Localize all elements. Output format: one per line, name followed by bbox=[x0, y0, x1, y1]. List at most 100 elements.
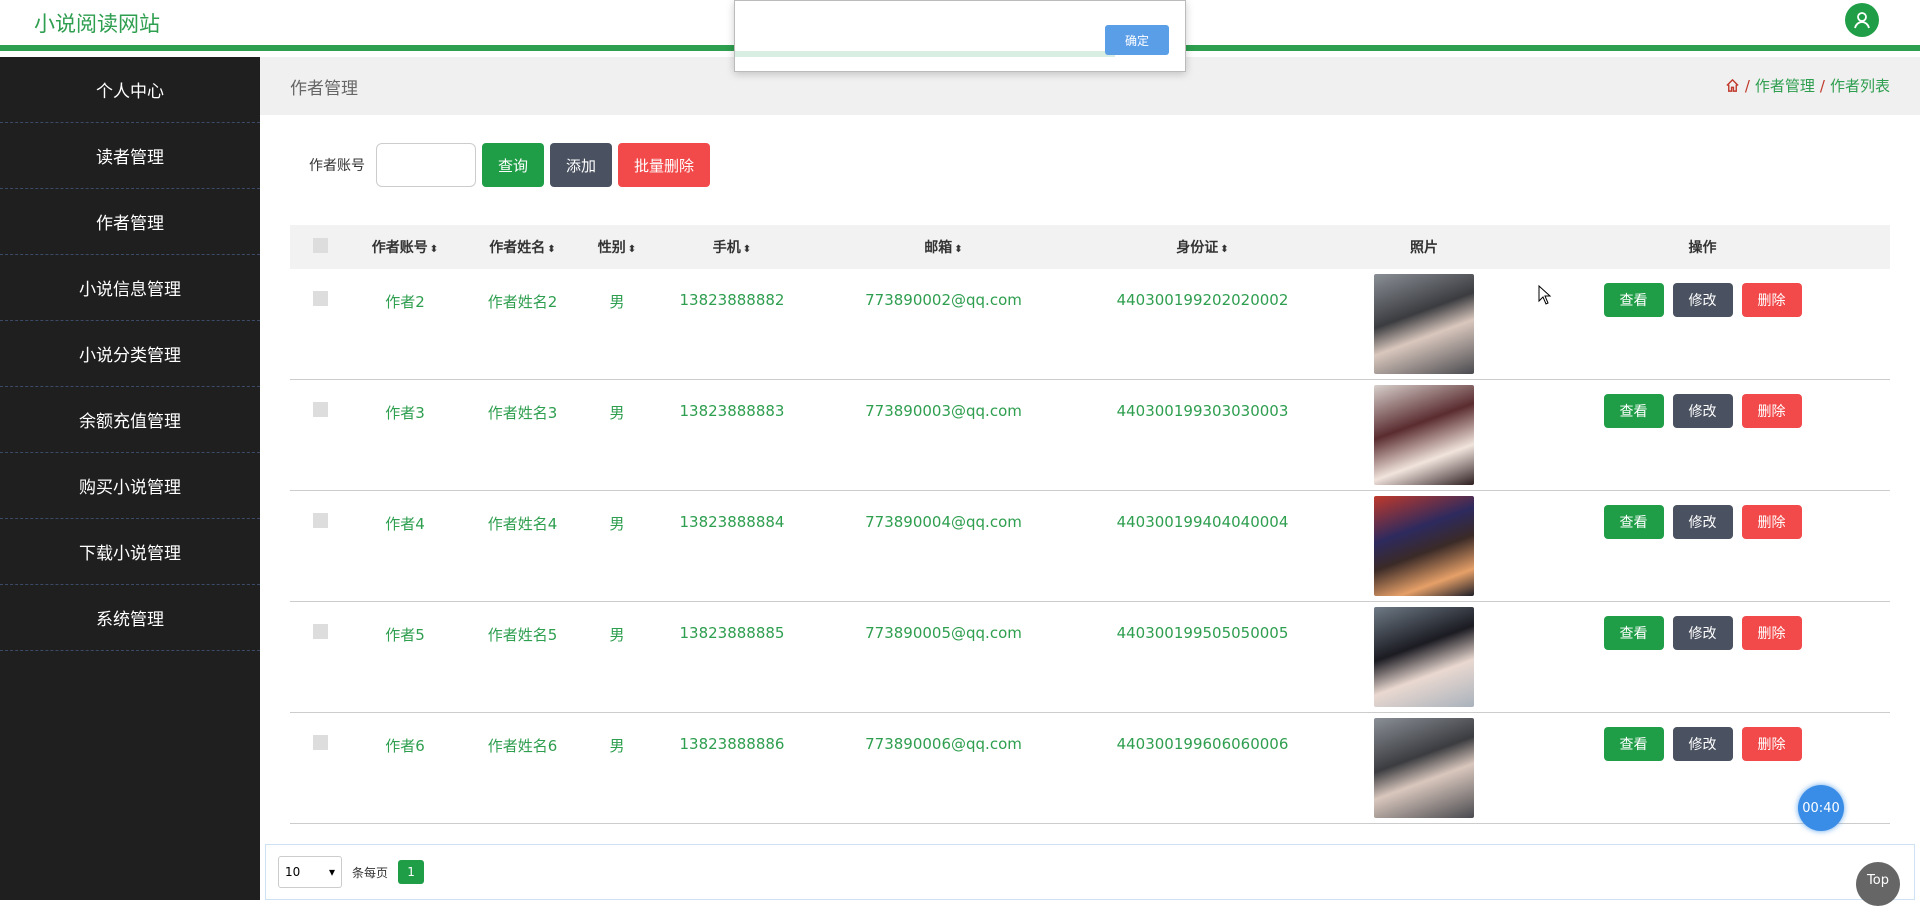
cell-account: 作者6 bbox=[385, 737, 425, 755]
sidebar-item-profile[interactable]: 个人中心 bbox=[0, 57, 260, 123]
row-checkbox[interactable] bbox=[312, 291, 328, 306]
view-button[interactable]: 查看 bbox=[1603, 394, 1664, 428]
batch-delete-button[interactable]: 批量删除 bbox=[618, 143, 711, 187]
page-size-value: 10 bbox=[285, 865, 301, 879]
page-title: 作者管理 bbox=[290, 79, 358, 99]
countdown-timer[interactable]: 00:40 bbox=[1798, 785, 1844, 831]
cell-email: 773890004@qq.com bbox=[865, 513, 1022, 531]
delete-button[interactable]: 删除 bbox=[1741, 394, 1802, 428]
view-button[interactable]: 查看 bbox=[1603, 616, 1664, 650]
table-row: 作者5 作者姓名5 男 13823888885 773890005@qq.com… bbox=[290, 602, 1890, 713]
row-checkbox[interactable] bbox=[312, 735, 328, 750]
edit-button[interactable]: 修改 bbox=[1672, 283, 1733, 317]
delete-button[interactable]: 删除 bbox=[1741, 283, 1802, 317]
cell-name: 作者姓名3 bbox=[487, 404, 558, 422]
author-photo[interactable] bbox=[1374, 607, 1474, 707]
cell-account: 作者5 bbox=[385, 626, 425, 644]
sidebar: 个人中心 读者管理 作者管理 小说信息管理 小说分类管理 余额充值管理 购买小说… bbox=[0, 57, 260, 900]
row-checkbox[interactable] bbox=[312, 513, 328, 528]
confirm-button[interactable]: 确定 bbox=[1105, 25, 1169, 55]
cell-phone: 13823888885 bbox=[679, 624, 785, 642]
delete-button[interactable]: 删除 bbox=[1741, 505, 1802, 539]
column-header-account[interactable]: 作者账号 ⬍ bbox=[350, 237, 460, 257]
sort-icon: ⬍ bbox=[429, 244, 439, 255]
sidebar-item-categories[interactable]: 小说分类管理 bbox=[0, 321, 260, 387]
breadcrumb: / 作者管理 / 作者列表 bbox=[1725, 75, 1890, 96]
sidebar-item-label: 下载小说管理 bbox=[79, 544, 181, 564]
sidebar-item-label: 购买小说管理 bbox=[79, 478, 181, 498]
back-to-top-button[interactable]: Top bbox=[1856, 862, 1900, 906]
page-size-select[interactable]: 10 ▾ bbox=[278, 856, 342, 888]
view-button[interactable]: 查看 bbox=[1603, 283, 1664, 317]
sidebar-item-system[interactable]: 系统管理 bbox=[0, 585, 260, 651]
sort-icon: ⬍ bbox=[627, 244, 637, 255]
column-header-gender[interactable]: 性别 ⬍ bbox=[585, 237, 649, 257]
column-header-id-card[interactable]: 身份证 ⬍ bbox=[1072, 237, 1333, 257]
search-label: 作者账号 bbox=[309, 158, 365, 174]
row-checkbox[interactable] bbox=[312, 624, 328, 639]
delete-button[interactable]: 删除 bbox=[1741, 727, 1802, 761]
row-checkbox[interactable] bbox=[312, 402, 328, 417]
mouse-cursor-icon bbox=[1538, 285, 1552, 305]
cell-id-card: 440300199303030003 bbox=[1116, 402, 1289, 420]
cell-gender: 男 bbox=[609, 293, 625, 311]
column-header-phone[interactable]: 手机 ⬍ bbox=[649, 237, 815, 257]
column-header-email[interactable]: 邮箱 ⬍ bbox=[815, 237, 1072, 257]
cell-email: 773890002@qq.com bbox=[865, 291, 1022, 309]
sort-icon: ⬍ bbox=[547, 244, 556, 255]
sidebar-item-label: 余额充值管理 bbox=[79, 412, 181, 432]
sidebar-item-authors[interactable]: 作者管理 bbox=[0, 189, 260, 255]
cell-phone: 13823888886 bbox=[679, 735, 785, 753]
add-button[interactable]: 添加 bbox=[550, 143, 613, 187]
author-photo[interactable] bbox=[1374, 385, 1474, 485]
main-content: 作者管理 / 作者管理 / 作者列表 作者账号 查询 添加 批量删除 作者账号 ⬍… bbox=[260, 57, 1920, 900]
breadcrumb-item[interactable]: 作者管理 bbox=[1755, 75, 1815, 96]
edit-button[interactable]: 修改 bbox=[1672, 727, 1733, 761]
sidebar-item-downloads[interactable]: 下载小说管理 bbox=[0, 519, 260, 585]
cell-gender: 男 bbox=[609, 626, 625, 644]
cell-id-card: 440300199202020002 bbox=[1116, 291, 1289, 309]
pagination: 10 ▾ 条每页 1 bbox=[265, 844, 1915, 900]
breadcrumb-item[interactable]: 作者列表 bbox=[1830, 75, 1890, 96]
delete-button[interactable]: 删除 bbox=[1741, 616, 1802, 650]
sort-icon: ⬍ bbox=[954, 244, 963, 255]
cell-id-card: 440300199404040004 bbox=[1116, 513, 1289, 531]
cell-name: 作者姓名4 bbox=[487, 515, 558, 533]
column-header-actions: 操作 bbox=[1688, 240, 1717, 256]
table-header: 作者账号 ⬍ 作者姓名 ⬍ 性别 ⬍ 手机 ⬍ 邮箱 ⬍ 身份证 ⬍ 照片 操作 bbox=[290, 225, 1890, 269]
user-avatar-button[interactable] bbox=[1845, 3, 1879, 37]
sidebar-item-readers[interactable]: 读者管理 bbox=[0, 123, 260, 189]
site-title[interactable]: 小说阅读网站 bbox=[34, 8, 160, 38]
cell-name: 作者姓名5 bbox=[487, 626, 558, 644]
chevron-down-icon: ▾ bbox=[328, 865, 335, 879]
edit-button[interactable]: 修改 bbox=[1672, 394, 1733, 428]
cell-email: 773890006@qq.com bbox=[865, 735, 1022, 753]
table-row: 作者3 作者姓名3 男 13823888883 773890003@qq.com… bbox=[290, 380, 1890, 491]
edit-button[interactable]: 修改 bbox=[1672, 616, 1733, 650]
sidebar-item-recharge[interactable]: 余额充值管理 bbox=[0, 387, 260, 453]
sidebar-item-label: 个人中心 bbox=[96, 82, 164, 102]
edit-button[interactable]: 修改 bbox=[1672, 505, 1733, 539]
per-page-label: 条每页 bbox=[352, 865, 389, 880]
author-photo[interactable] bbox=[1374, 274, 1474, 374]
sidebar-item-label: 小说分类管理 bbox=[79, 346, 181, 366]
sidebar-item-purchases[interactable]: 购买小说管理 bbox=[0, 453, 260, 519]
cell-email: 773890003@qq.com bbox=[865, 402, 1022, 420]
page-number-current[interactable]: 1 bbox=[398, 860, 425, 884]
alert-dialog: 确定 bbox=[734, 0, 1186, 72]
author-photo[interactable] bbox=[1374, 496, 1474, 596]
cell-id-card: 440300199606060006 bbox=[1116, 735, 1289, 753]
cell-name: 作者姓名2 bbox=[487, 293, 558, 311]
query-button[interactable]: 查询 bbox=[482, 143, 545, 187]
sidebar-item-novels[interactable]: 小说信息管理 bbox=[0, 255, 260, 321]
search-input[interactable] bbox=[376, 143, 476, 187]
cell-gender: 男 bbox=[609, 404, 625, 422]
column-header-name[interactable]: 作者姓名 ⬍ bbox=[460, 237, 585, 257]
column-header-photo: 照片 bbox=[1410, 240, 1438, 256]
view-button[interactable]: 查看 bbox=[1603, 505, 1664, 539]
select-all-checkbox[interactable] bbox=[312, 237, 328, 253]
author-photo[interactable] bbox=[1374, 718, 1474, 818]
cell-phone: 13823888882 bbox=[679, 291, 785, 309]
view-button[interactable]: 查看 bbox=[1603, 727, 1664, 761]
home-icon[interactable] bbox=[1725, 78, 1740, 93]
